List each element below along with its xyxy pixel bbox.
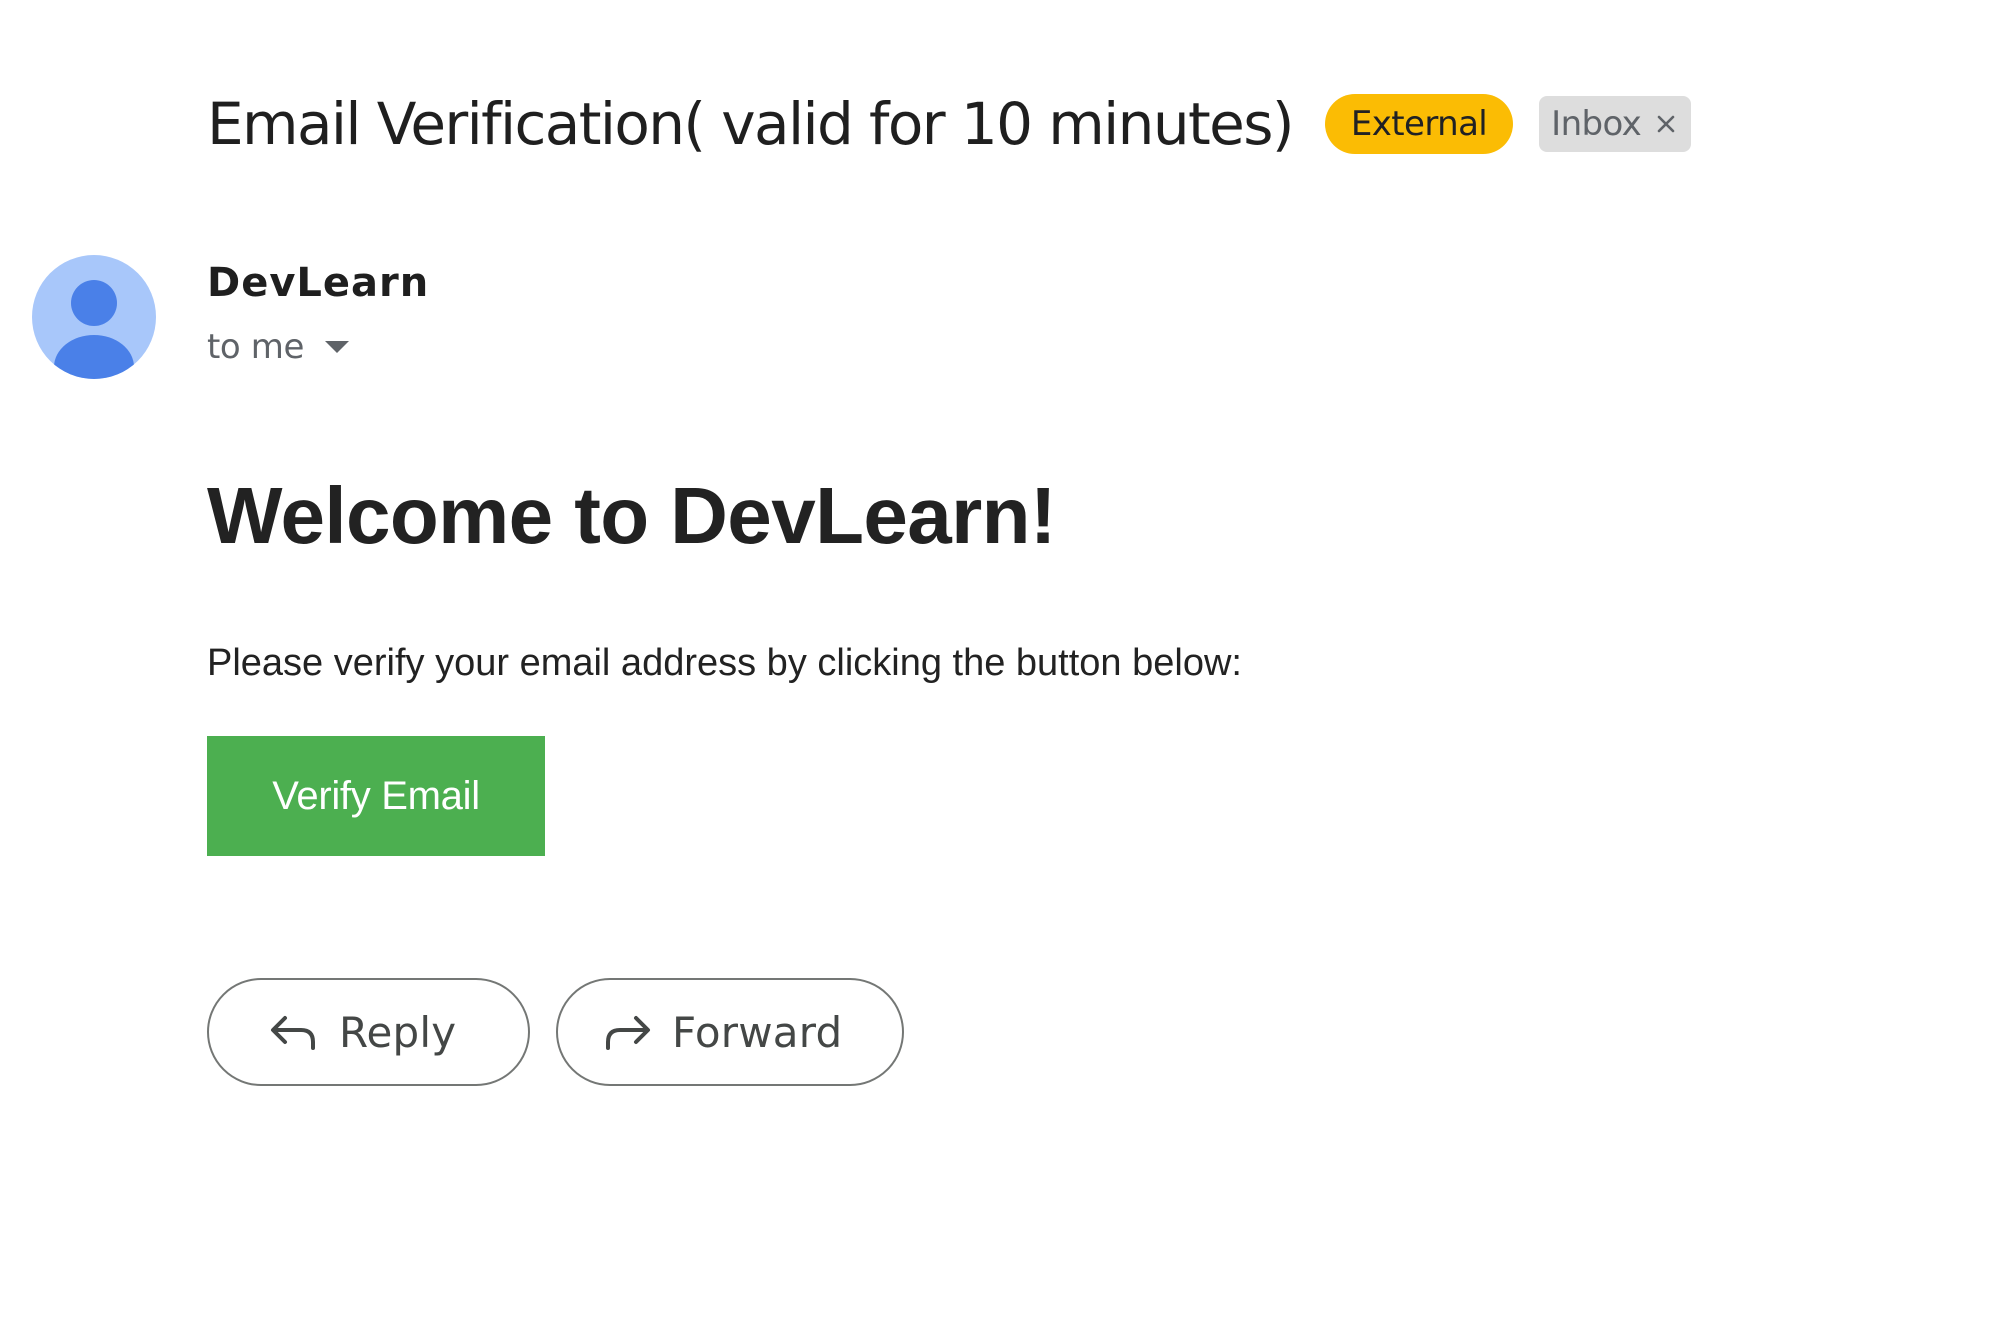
subject-row: Email Verification( valid for 10 minutes…	[207, 84, 1692, 164]
caret-down-icon	[324, 341, 349, 353]
forward-button[interactable]: Forward	[556, 978, 904, 1086]
email-subject: Email Verification( valid for 10 minutes…	[207, 90, 1294, 158]
recipient-text: to me	[207, 327, 304, 367]
external-label-badge: External	[1324, 94, 1514, 154]
verify-instruction: Please verify your email address by clic…	[207, 642, 1242, 684]
sender-avatar[interactable]	[32, 255, 156, 379]
recipient-details-toggle[interactable]: to me	[207, 322, 350, 372]
reply-button[interactable]: Reply	[207, 978, 530, 1086]
sender-name: DevLearn	[207, 260, 430, 306]
inbox-label-chip: Inbox	[1539, 96, 1692, 152]
remove-label-icon[interactable]	[1655, 113, 1677, 135]
verify-email-button[interactable]: Verify Email	[207, 736, 545, 856]
inbox-label-text: Inbox	[1551, 104, 1642, 144]
forward-icon	[606, 1016, 650, 1050]
forward-label: Forward	[672, 1007, 843, 1057]
person-icon	[32, 255, 156, 379]
welcome-heading: Welcome to DevLearn!	[207, 471, 1057, 560]
reply-icon	[271, 1016, 315, 1050]
reply-label: Reply	[339, 1007, 457, 1057]
